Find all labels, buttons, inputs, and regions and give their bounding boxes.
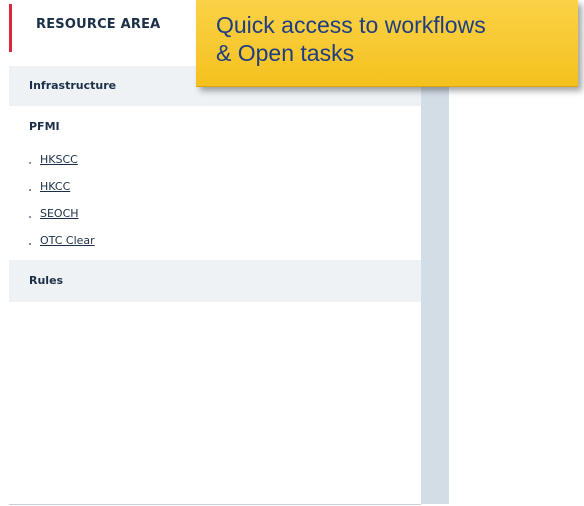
bullet-icon bbox=[29, 215, 31, 218]
link-otc-clear[interactable]: OTC Clear bbox=[40, 234, 95, 247]
section-rules[interactable]: Rules bbox=[9, 260, 421, 302]
link-hkcc[interactable]: HKCC bbox=[40, 180, 70, 193]
bullet-icon bbox=[29, 161, 31, 164]
list-item: HKSCC bbox=[29, 146, 95, 173]
callout-text: Quick access to workflows & Open tasks bbox=[216, 11, 566, 67]
header-accent-bar bbox=[9, 4, 12, 52]
link-seoch[interactable]: SEOCH bbox=[40, 207, 79, 220]
section-infrastructure-label: Infrastructure bbox=[29, 79, 117, 92]
section-pfmi: PFMI HKSCC HKCC SEOCH OTC Clear bbox=[9, 106, 421, 260]
callout-line-1: Quick access to workflows bbox=[216, 12, 486, 38]
callout-line-2: & Open tasks bbox=[216, 40, 355, 66]
list-item: OTC Clear bbox=[29, 227, 95, 254]
screen: RESOURCE AREA Infrastructure PFMI HKSCC … bbox=[0, 0, 584, 506]
link-hkscc[interactable]: HKSCC bbox=[40, 153, 78, 166]
bullet-icon bbox=[29, 188, 31, 191]
list-item: SEOCH bbox=[29, 200, 95, 227]
section-pfmi-title: PFMI bbox=[29, 120, 60, 133]
section-rules-label: Rules bbox=[29, 274, 64, 287]
bullet-icon bbox=[29, 242, 31, 245]
quick-access-callout: Quick access to workflows & Open tasks bbox=[196, 0, 578, 87]
pfmi-link-list: HKSCC HKCC SEOCH OTC Clear bbox=[29, 146, 95, 254]
list-item: HKCC bbox=[29, 173, 95, 200]
resource-area-title: RESOURCE AREA bbox=[36, 17, 161, 32]
